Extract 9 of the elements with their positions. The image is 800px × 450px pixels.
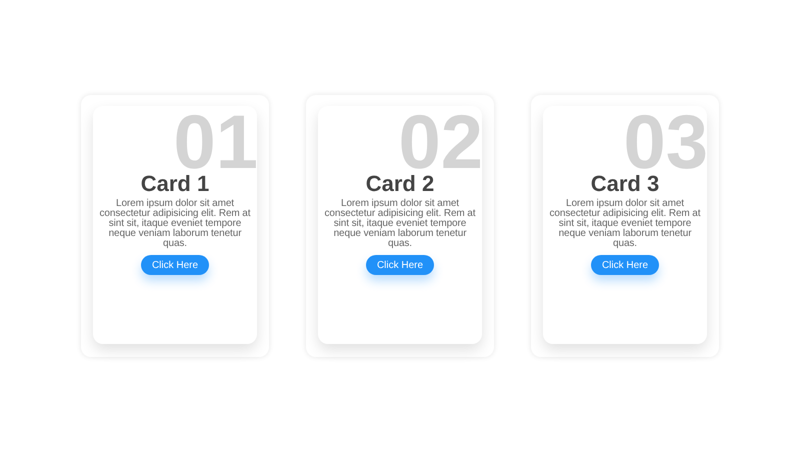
- card-description: Lorem ipsum dolor sit amet consectetur adipisicing elit. Rem at sint sit, itaque eveniet tempore neque veniam laborum tenetur quas.: [324, 199, 476, 249]
- card-description: Lorem ipsum dolor sit amet consectetur adipisicing elit. Rem at sint sit, itaque eveniet tempore neque veniam laborum tenetur quas.: [548, 199, 702, 249]
- click-here-button[interactable]: Click Here: [366, 255, 434, 275]
- card-title: Card 1: [140, 171, 210, 197]
- click-here-button[interactable]: Click Here: [591, 255, 659, 275]
- click-here-button[interactable]: Click Here: [141, 255, 209, 275]
- card-description: Lorem ipsum dolor sit amet consectetur adipisicing elit. Rem at sint sit, itaque eveniet tempore neque veniam laborum tenetur quas.: [98, 199, 252, 249]
- card-title: Card 3: [590, 171, 660, 197]
- card-title: Card 2: [366, 171, 434, 197]
